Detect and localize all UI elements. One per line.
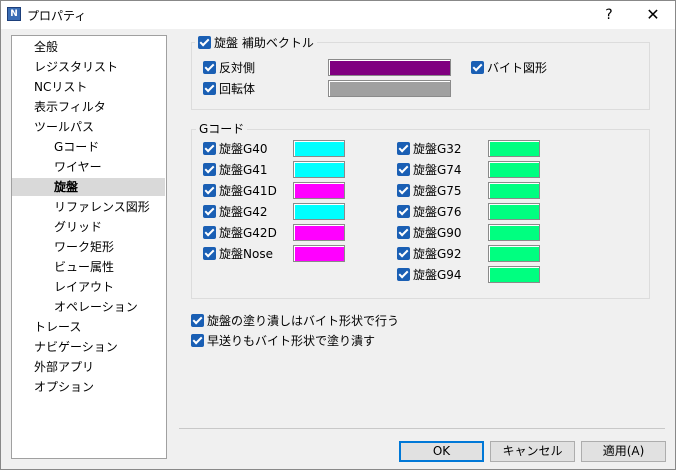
checkbox-check-icon [203, 247, 216, 260]
gcode-color-button[interactable] [488, 140, 540, 157]
gcode-color-button[interactable] [293, 203, 345, 220]
gcode-checkbox[interactable]: 旋盤G90 [397, 225, 462, 241]
tree-item[interactable]: ツールパス [34, 118, 94, 136]
gcode-color-button[interactable] [488, 224, 540, 241]
checkbox-check-icon [471, 61, 484, 74]
tree-item[interactable]: 外部アプリ [34, 358, 94, 376]
checkbox-check-icon [397, 226, 410, 239]
tree-item[interactable]: レイアウト [54, 278, 114, 296]
checkbox-check-icon [191, 314, 204, 327]
gcode-color-button[interactable] [293, 224, 345, 241]
properties-dialog: N プロパティ ? ✕ 全般レジスタリスト NCリスト表示フィルタ ツールパス Gコー… [0, 0, 676, 470]
gcode-checkbox[interactable]: 旋盤G92 [397, 246, 462, 262]
tree-item[interactable]: トレース [34, 318, 81, 336]
checkbox-check-icon [397, 163, 410, 176]
checkbox-check-icon [203, 184, 216, 197]
reverse-side-color-button[interactable] [328, 59, 451, 76]
gcode-checkbox[interactable]: 旋盤G76 [397, 204, 462, 220]
gcode-checkbox[interactable]: 旋盤Nose [203, 246, 273, 262]
checkbox-check-icon [203, 82, 216, 95]
category-tree[interactable]: 全般レジスタリスト NCリスト表示フィルタ ツールパス Gコードワイヤー旋盤リファレン… [11, 35, 167, 459]
footer-divider [179, 428, 665, 429]
gcode-checkbox[interactable]: 旋盤G74 [397, 162, 462, 178]
tree-item[interactable]: Gコード [54, 138, 99, 156]
lathe-option-checkbox[interactable]: 早送りもバイト形状で塗り潰す [191, 333, 375, 349]
gcode-color-button[interactable] [293, 245, 345, 262]
lathe-option-checkbox[interactable]: 旋盤の塗り潰しはバイト形状で行う [191, 313, 399, 329]
bite-shape-checkbox[interactable]: バイト図形 [471, 60, 547, 76]
tree-item[interactable]: ナビゲーション [34, 338, 118, 356]
tree-item[interactable]: ワイヤー [54, 158, 102, 176]
checkbox-check-icon [397, 205, 410, 218]
tree-item[interactable]: ビュー属性 [54, 258, 114, 276]
checkbox-check-icon [203, 142, 216, 155]
tree-item[interactable]: NCリスト [34, 78, 87, 96]
checkbox-check-icon [191, 334, 204, 347]
checkbox-check-icon [397, 184, 410, 197]
tree-item[interactable]: 表示フィルタ [34, 98, 106, 116]
aux-vector-checkbox[interactable]: 旋盤 補助ベクトル [195, 35, 317, 51]
gcode-checkbox[interactable]: 旋盤G32 [397, 141, 462, 157]
tree-item[interactable]: ワーク矩形 [54, 238, 114, 256]
gcode-checkbox[interactable]: 旋盤G41D [203, 183, 277, 199]
tree-item[interactable]: 旋盤 [12, 178, 165, 196]
aux-vector-group [191, 42, 650, 110]
checkbox-check-icon [203, 163, 216, 176]
tree-item[interactable]: リファレンス図形 [54, 198, 150, 216]
ok-button[interactable]: OK [399, 441, 484, 462]
gcode-color-button[interactable] [293, 182, 345, 199]
gcode-checkbox[interactable]: 旋盤G40 [203, 141, 268, 157]
checkbox-check-icon [397, 142, 410, 155]
gcode-checkbox[interactable]: 旋盤G75 [397, 183, 462, 199]
title-bar: N プロパティ ? ✕ [1, 1, 675, 29]
app-icon: N [7, 7, 21, 21]
gcode-color-button[interactable] [488, 161, 540, 178]
gcode-color-button[interactable] [293, 140, 345, 157]
checkbox-check-icon [198, 36, 211, 49]
gcode-color-button[interactable] [488, 266, 540, 283]
checkbox-check-icon [203, 205, 216, 218]
gcode-checkbox[interactable]: 旋盤G42D [203, 225, 277, 241]
gcode-color-button[interactable] [488, 245, 540, 262]
window-title: プロパティ [27, 9, 87, 23]
gcode-group-title: Gコード [196, 122, 248, 136]
checkbox-check-icon [397, 247, 410, 260]
tree-item[interactable]: レジスタリスト [34, 58, 118, 76]
gcode-checkbox[interactable]: 旋盤G94 [397, 267, 462, 283]
tree-item[interactable]: オプション [34, 378, 94, 396]
gcode-checkbox[interactable]: 旋盤G42 [203, 204, 268, 220]
rotation-body-checkbox[interactable]: 回転体 [203, 81, 255, 97]
tree-item[interactable]: オペレーション [54, 298, 138, 316]
reverse-side-checkbox[interactable]: 反対側 [203, 60, 255, 76]
tree-item[interactable]: グリッド [54, 218, 102, 236]
rotation-body-color-button[interactable] [328, 80, 451, 97]
gcode-color-button[interactable] [488, 182, 540, 199]
checkbox-check-icon [203, 61, 216, 74]
gcode-color-button[interactable] [488, 203, 540, 220]
close-button[interactable]: ✕ [637, 4, 669, 26]
gcode-checkbox[interactable]: 旋盤G41 [203, 162, 268, 178]
checkbox-check-icon [203, 226, 216, 239]
cancel-button[interactable]: キャンセル [490, 441, 575, 462]
tree-item[interactable]: 全般 [34, 38, 58, 56]
apply-button[interactable]: 適用(A) [581, 441, 666, 462]
help-button[interactable]: ? [595, 4, 623, 26]
gcode-color-button[interactable] [293, 161, 345, 178]
checkbox-check-icon [397, 268, 410, 281]
